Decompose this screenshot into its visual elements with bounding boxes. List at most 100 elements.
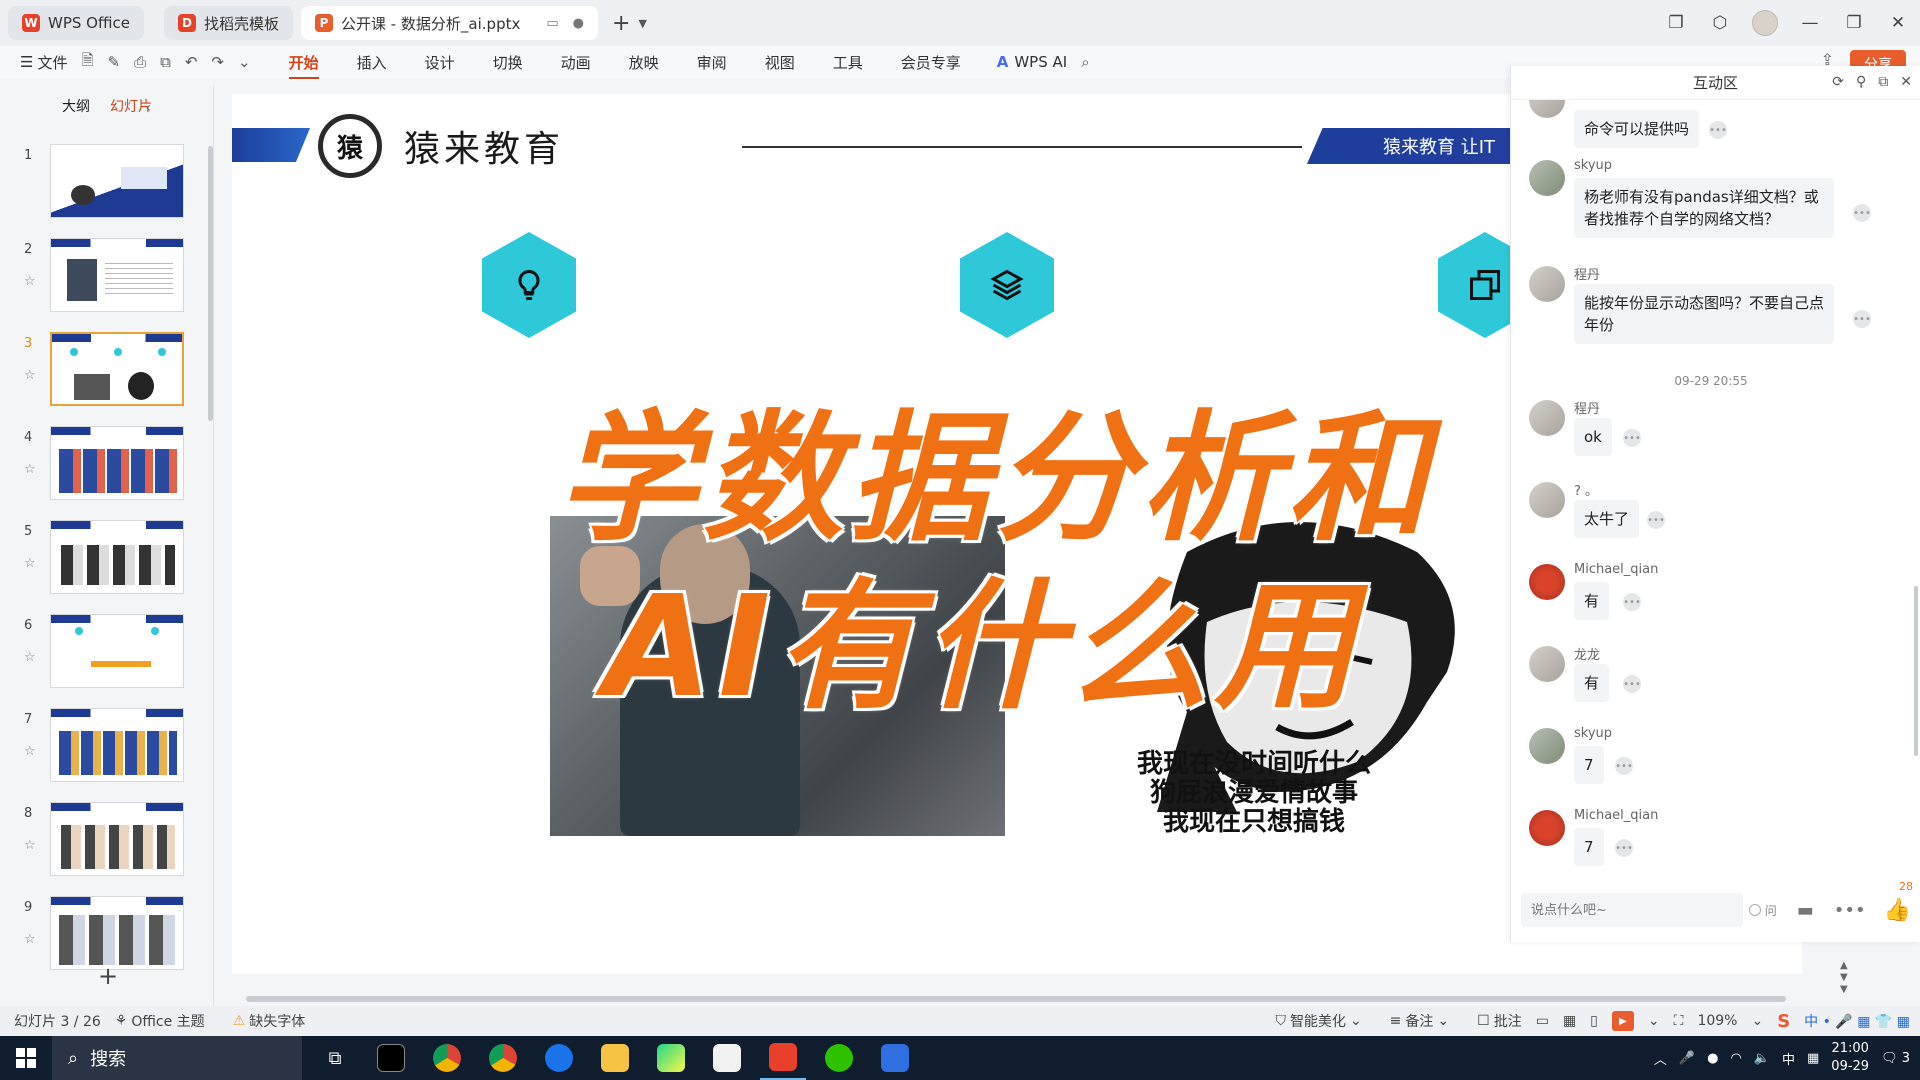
like-button[interactable]: 👍 28	[1884, 880, 1913, 923]
tab-slideshow[interactable]: 放映	[629, 52, 659, 73]
collapse-panel-icon[interactable]: ‹	[145, 100, 151, 116]
chevron-down-icon[interactable]: ▼	[638, 17, 646, 30]
file-menu[interactable]: ☰ 文件	[20, 52, 67, 73]
star-icon[interactable]: ☆	[24, 650, 36, 665]
tab-home[interactable]: 开始	[288, 52, 319, 79]
more-icon[interactable]: •••	[1853, 204, 1871, 222]
more-chevron-icon[interactable]: ⌄	[238, 53, 251, 71]
popout-icon[interactable]: ⧉	[1878, 74, 1888, 90]
chrome-dev-app-icon[interactable]	[480, 1036, 526, 1080]
slide-title-line-2[interactable]: AI有什么用	[602, 534, 1360, 736]
star-icon[interactable]: ☆	[24, 274, 36, 289]
chat-scrollbar[interactable]	[1914, 586, 1918, 756]
star-icon[interactable]: ☆	[24, 744, 36, 759]
close-icon[interactable]: ✕	[1900, 74, 1912, 90]
chrome-app-icon[interactable]	[424, 1036, 470, 1080]
undo-icon[interactable]: ↶	[185, 53, 198, 71]
slide-thumbnail[interactable]: 1	[0, 144, 214, 220]
print-preview-icon[interactable]: ⧉	[160, 53, 171, 71]
minimize-icon[interactable]: —	[1788, 0, 1832, 46]
more-icon[interactable]: •••	[1623, 593, 1641, 611]
chevron-down-icon[interactable]: ⌄	[1648, 1013, 1660, 1029]
refresh-icon[interactable]: ⟳	[1832, 74, 1844, 90]
horizontal-scrollbar[interactable]	[232, 994, 1826, 1004]
notification-icon[interactable]: 🗨 3	[1881, 1051, 1910, 1066]
more-icon[interactable]: •••	[1853, 310, 1871, 328]
clock[interactable]: 21:00 09-29	[1831, 1040, 1869, 1076]
ime-tray-icons[interactable]: 中 • 🎤 ▦ 👕 ▦	[1804, 1011, 1910, 1031]
sorter-view-icon[interactable]: ▦	[1563, 1013, 1576, 1029]
format-painter-icon[interactable]: ✎	[108, 53, 121, 71]
ime-grid-icon[interactable]: ▦	[1807, 1051, 1819, 1066]
more-icon[interactable]: •••	[1615, 757, 1633, 775]
star-icon[interactable]: ☆	[24, 556, 36, 571]
slide-thumbnail[interactable]: 6 ☆	[0, 614, 214, 690]
folder-icon[interactable]: ▬	[1797, 900, 1814, 921]
play-slideshow-icon[interactable]: ▶	[1611, 1011, 1634, 1031]
more-icon[interactable]: •••	[1834, 900, 1866, 921]
search-icon[interactable]: ⌕	[1081, 53, 1089, 71]
tab-template[interactable]: D 找稻壳模板	[163, 6, 293, 40]
tab-review[interactable]: 审阅	[697, 52, 727, 73]
slide-thumbnail[interactable]: 5 ☆	[0, 520, 214, 596]
more-icon[interactable]: •••	[1623, 675, 1641, 693]
save-icon[interactable]: 🗎	[81, 50, 93, 75]
star-icon[interactable]: ☆	[24, 932, 36, 947]
unsaved-dot-icon[interactable]: ●	[573, 16, 584, 31]
tab-member[interactable]: 会员专享	[901, 52, 961, 73]
new-tab-plus-icon[interactable]: +	[612, 11, 630, 36]
ime-indicator[interactable]: 中	[1782, 1049, 1795, 1068]
notepad-app-icon[interactable]	[704, 1036, 750, 1080]
meeting-app-icon[interactable]	[872, 1036, 918, 1080]
redo-icon[interactable]: ↷	[211, 53, 224, 71]
reading-view-icon[interactable]: ▯	[1590, 1013, 1598, 1029]
star-icon[interactable]: ☆	[24, 368, 36, 383]
tab-insert[interactable]: 插入	[357, 52, 387, 73]
slide-thumbnail-selected[interactable]: 3 ☆	[0, 332, 214, 408]
slide-thumbnail[interactable]: 8 ☆	[0, 802, 214, 878]
star-icon[interactable]: ☆	[24, 462, 36, 477]
file-explorer-icon[interactable]	[592, 1036, 638, 1080]
more-icon[interactable]: •••	[1615, 839, 1633, 857]
slide-thumbnail[interactable]: 4 ☆	[0, 426, 214, 502]
smart-beautify-button[interactable]: ⛉ 智能美化 ⌄	[1275, 1011, 1361, 1031]
terminal-app-icon[interactable]	[368, 1036, 414, 1080]
ask-toggle[interactable]: 问	[1748, 902, 1777, 919]
normal-view-icon[interactable]: ▭	[1536, 1013, 1549, 1029]
slide-thumbnail[interactable]: 2 ☆	[0, 238, 214, 314]
monitor-icon[interactable]: ▭	[546, 16, 558, 31]
slide-nav-arrows[interactable]: ▲ ▼ ▼	[1840, 960, 1848, 996]
chat-message-list[interactable]: 命令可以提供吗 ••• skyup 杨老师有没有pandas详细文档？或者找推荐…	[1511, 100, 1911, 870]
cube-icon[interactable]: ⬡	[1698, 0, 1742, 46]
tray-expand-icon[interactable]: ︿	[1654, 1049, 1667, 1068]
tab-design[interactable]: 设计	[425, 52, 455, 73]
restore-icon[interactable]: ❐	[1832, 0, 1876, 46]
wechat-tray-icon[interactable]: ●	[1707, 1051, 1718, 1066]
more-icon[interactable]: •••	[1709, 121, 1727, 139]
tab-view[interactable]: 视图	[765, 52, 795, 73]
theme-indicator[interactable]: ⚘ Office 主题	[115, 1011, 205, 1031]
taskbar-search[interactable]: ⌕ 搜索	[52, 1036, 302, 1080]
window-layout-icon[interactable]: ❐	[1654, 0, 1698, 46]
comments-button[interactable]: ☐ 批注	[1477, 1011, 1522, 1031]
start-button[interactable]	[0, 1036, 52, 1080]
slide-thumbnail[interactable]: 9 ☆	[0, 896, 214, 972]
add-slide-plus-icon[interactable]: +	[98, 962, 118, 990]
chevron-down-icon[interactable]: ⌄	[1751, 1013, 1763, 1029]
task-view-icon[interactable]: ⧉	[312, 1036, 358, 1080]
zoom-level[interactable]: 109%	[1697, 1013, 1737, 1029]
tab-pptx-document[interactable]: P 公开课 - 数据分析_ai.pptx ▭ ●	[300, 6, 598, 40]
print-icon[interactable]: ⎙	[134, 53, 146, 71]
volume-icon[interactable]: 🔈	[1754, 1051, 1770, 1066]
missing-font-indicator[interactable]: ⚠ 缺失字体	[233, 1011, 306, 1031]
pin-icon[interactable]: ⚲	[1856, 74, 1866, 90]
tab-tools[interactable]: 工具	[833, 52, 863, 73]
close-icon[interactable]: ✕	[1876, 0, 1920, 46]
tab-animation[interactable]: 动画	[561, 52, 591, 73]
star-icon[interactable]: ☆	[24, 838, 36, 853]
more-icon[interactable]: •••	[1647, 511, 1665, 529]
wifi-icon[interactable]: ◠	[1730, 1051, 1741, 1066]
user-avatar[interactable]	[1752, 10, 1778, 36]
wps-ai-button[interactable]: A WPS AI	[997, 53, 1067, 71]
notes-button[interactable]: ≡ 备注 ⌄	[1390, 1011, 1449, 1031]
